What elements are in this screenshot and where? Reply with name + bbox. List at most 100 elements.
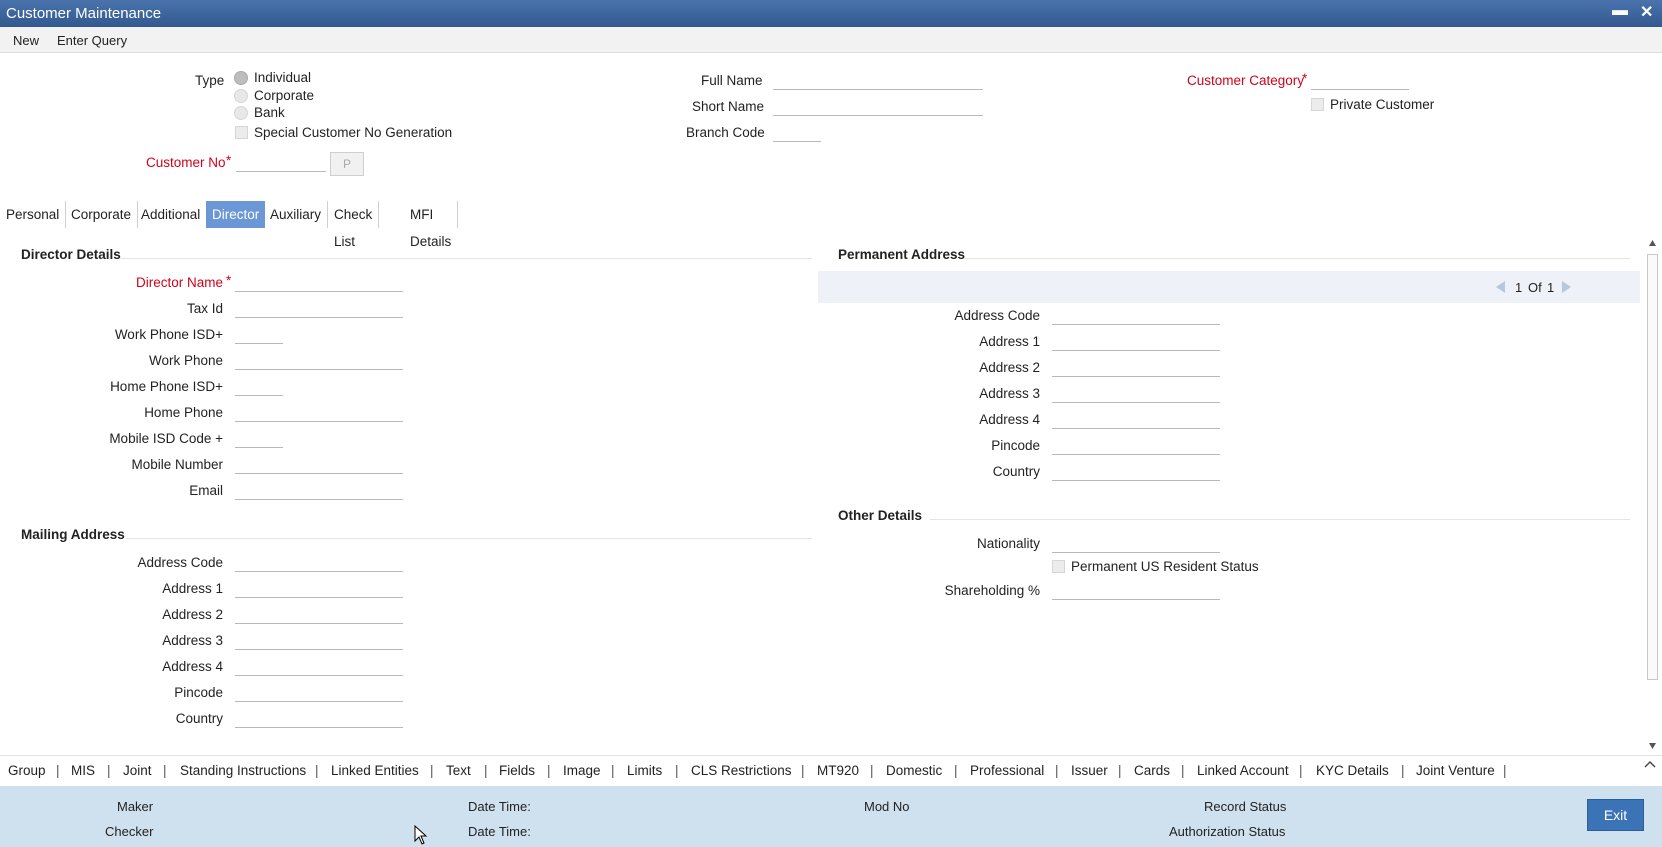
tab-additional[interactable]: Additional — [135, 201, 208, 228]
link-limits[interactable]: Limits — [627, 763, 662, 778]
perm-address-code-input[interactable] — [1052, 307, 1220, 325]
special-no-gen-label: Special Customer No Generation — [254, 125, 453, 140]
tab-personal[interactable]: Personal — [0, 201, 67, 228]
exit-button[interactable]: Exit — [1587, 799, 1644, 831]
link-standing-instructions[interactable]: Standing Instructions — [180, 763, 306, 778]
link-separator: | — [675, 763, 679, 778]
nationality-input[interactable] — [1052, 535, 1220, 553]
link-text[interactable]: Text — [446, 763, 471, 778]
link-issuer[interactable]: Issuer — [1071, 763, 1108, 778]
mailing-country-input[interactable] — [235, 710, 403, 728]
link-separator: | — [56, 763, 60, 778]
work-phone-input[interactable] — [235, 352, 403, 370]
tab-corporate[interactable]: Corporate — [65, 201, 139, 228]
home-phone-input[interactable] — [235, 404, 403, 422]
next-page-icon[interactable] — [1561, 280, 1573, 294]
checker-label: Checker — [105, 824, 154, 839]
email-label: Email — [189, 483, 223, 498]
scroll-down-icon[interactable] — [1648, 742, 1657, 750]
tab-auxiliary[interactable]: Auxiliary — [264, 201, 329, 228]
mailing-address-3-input[interactable] — [235, 632, 403, 650]
mailing-address-2-input[interactable] — [235, 606, 403, 624]
mailing-address-1-input[interactable] — [235, 580, 403, 598]
director-name-input[interactable] — [235, 274, 403, 292]
perm-address-3-input[interactable] — [1052, 385, 1220, 403]
menu-enter-query[interactable]: Enter Query — [57, 33, 127, 48]
menu-bar: New Enter Query — [0, 27, 1662, 53]
mailing-address-code-input[interactable] — [235, 554, 403, 572]
link-group[interactable]: Group — [8, 763, 46, 778]
private-customer-checkbox[interactable] — [1311, 98, 1324, 111]
minimize-icon[interactable]: ▬ — [1612, 2, 1628, 20]
link-separator: | — [484, 763, 488, 778]
mailing-pincode-input[interactable] — [235, 684, 403, 702]
customer-category-input[interactable] — [1311, 72, 1409, 90]
checker-date-time-label: Date Time: — [468, 824, 531, 839]
close-icon[interactable]: ✕ — [1640, 2, 1653, 22]
tab-check-list[interactable]: Check List — [328, 201, 380, 249]
collapse-up-icon[interactable] — [1644, 760, 1656, 768]
radio-bank[interactable] — [234, 106, 248, 120]
director-name-required: * — [226, 273, 232, 288]
window-title: Customer Maintenance — [6, 5, 162, 22]
perm-country-label: Country — [992, 464, 1040, 479]
menu-new[interactable]: New — [13, 33, 39, 48]
link-kyc-details[interactable]: KYC Details — [1316, 763, 1389, 778]
tab-director[interactable]: Director — [206, 201, 266, 228]
perm-pincode-input[interactable] — [1052, 437, 1220, 455]
other-details-heading: Other Details — [838, 508, 923, 523]
shareholding-input[interactable] — [1052, 582, 1220, 600]
perm-address-1-input[interactable] — [1052, 333, 1220, 351]
link-mis[interactable]: MIS — [71, 763, 95, 778]
perm-country-input[interactable] — [1052, 463, 1220, 481]
link-professional[interactable]: Professional — [970, 763, 1044, 778]
link-domestic[interactable]: Domestic — [886, 763, 942, 778]
mailing-address-4-input[interactable] — [235, 658, 403, 676]
perm-address-4-input[interactable] — [1052, 411, 1220, 429]
prev-page-icon[interactable] — [1494, 280, 1506, 294]
vertical-scrollbar[interactable] — [1645, 236, 1660, 752]
perm-address-2-input[interactable] — [1052, 359, 1220, 377]
mailing-address-2-label: Address 2 — [162, 607, 223, 622]
customer-no-input[interactable] — [236, 154, 326, 172]
link-separator: | — [954, 763, 958, 778]
link-joint-venture[interactable]: Joint Venture — [1416, 763, 1495, 778]
link-joint[interactable]: Joint — [123, 763, 152, 778]
mailing-address-3-label: Address 3 — [162, 633, 223, 648]
scroll-up-icon[interactable] — [1648, 239, 1657, 247]
us-resident-checkbox[interactable] — [1052, 560, 1065, 573]
tax-id-input[interactable] — [235, 300, 403, 318]
email-input[interactable] — [235, 482, 403, 500]
maker-label: Maker — [117, 799, 154, 814]
special-no-gen-checkbox[interactable] — [235, 126, 248, 139]
type-option-individual: Individual — [254, 70, 312, 85]
branch-code-input[interactable] — [773, 124, 821, 142]
full-name-label: Full Name — [701, 73, 763, 88]
home-phone-isd-input[interactable] — [235, 378, 283, 396]
work-phone-isd-input[interactable] — [235, 326, 283, 344]
link-separator: | — [1299, 763, 1303, 778]
nationality-label: Nationality — [976, 536, 1040, 551]
link-mt920[interactable]: MT920 — [817, 763, 859, 778]
mailing-address-code-label: Address Code — [137, 555, 223, 570]
work-phone-label: Work Phone — [148, 353, 223, 368]
short-name-input[interactable] — [773, 98, 983, 116]
link-linked-account[interactable]: Linked Account — [1197, 763, 1289, 778]
link-fields[interactable]: Fields — [499, 763, 535, 778]
radio-individual[interactable] — [234, 71, 248, 85]
link-image[interactable]: Image — [563, 763, 601, 778]
tab-mfi-details[interactable]: MFI Details — [404, 201, 459, 249]
link-cls-restrictions[interactable]: CLS Restrictions — [691, 763, 792, 778]
director-details-divider — [120, 258, 812, 259]
p-button[interactable]: P — [330, 152, 364, 176]
link-separator: | — [611, 763, 615, 778]
full-name-input[interactable] — [773, 72, 983, 90]
scroll-thumb[interactable] — [1647, 254, 1658, 680]
mobile-number-input[interactable] — [235, 456, 403, 474]
link-cards[interactable]: Cards — [1134, 763, 1170, 778]
link-linked-entities[interactable]: Linked Entities — [331, 763, 419, 778]
mouse-cursor-icon — [414, 825, 428, 845]
radio-corporate[interactable] — [234, 89, 248, 103]
mobile-isd-input[interactable] — [235, 430, 283, 448]
mobile-isd-label: Mobile ISD Code + — [109, 431, 223, 446]
